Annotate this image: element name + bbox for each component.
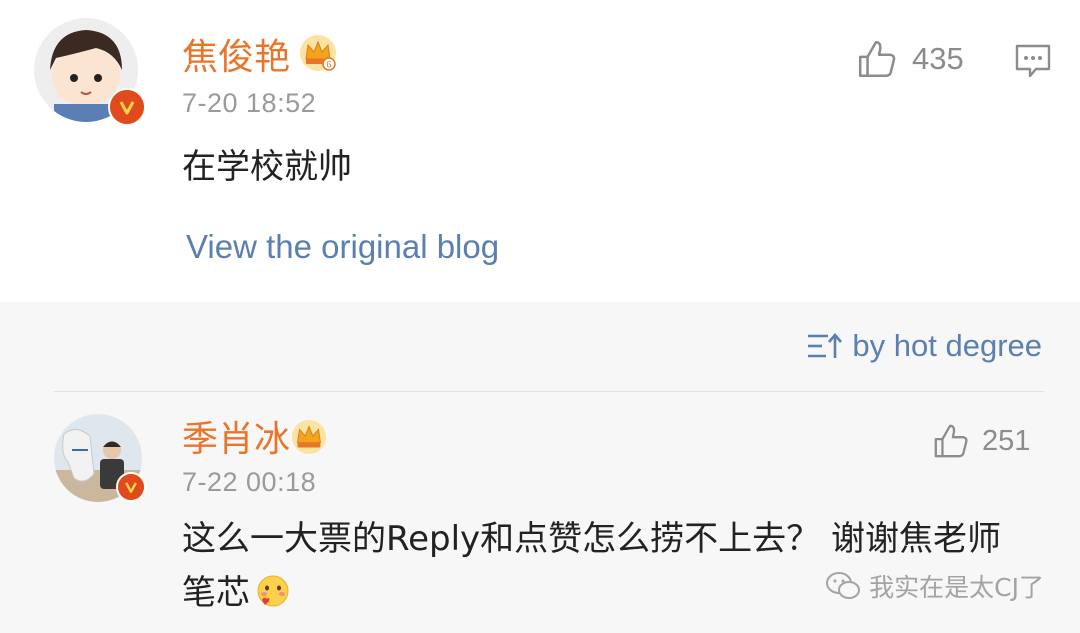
- crown-icon[interactable]: 6: [298, 33, 338, 73]
- reply-timestamp: 7-22 00:18: [182, 467, 317, 497]
- watermark-text: 我实在是太CJ了: [869, 573, 1044, 602]
- avatar[interactable]: [34, 18, 146, 126]
- comment-bubble-icon[interactable]: [1014, 42, 1052, 80]
- reply-like-count: 251: [982, 424, 1031, 457]
- reply-username[interactable]: 季肖冰: [182, 422, 290, 458]
- crown-icon[interactable]: [290, 418, 328, 456]
- reply-text-block: 这么一大票的Reply和点赞怎么捞不上去？ 谢谢焦老师 笔芯: [182, 512, 1042, 621]
- divider: [54, 391, 1044, 392]
- wechat-icon: [826, 572, 861, 599]
- username[interactable]: 焦俊艳: [182, 40, 290, 76]
- main-comment-card: 焦俊艳 6 7-20 18:52 在学校就帅 View the original…: [0, 0, 1080, 302]
- sort-icon: [808, 333, 843, 358]
- like-button[interactable]: 435: [856, 38, 964, 80]
- verified-badge: [108, 88, 146, 126]
- crown-level: 6: [326, 60, 331, 70]
- wechat-watermark: 我实在是太CJ了: [825, 568, 1044, 604]
- verified-v-icon: [119, 101, 135, 115]
- timestamp: 7-20 18:52: [182, 88, 317, 118]
- blush-heart-emoji-icon: [257, 575, 289, 607]
- reply-avatar[interactable]: [54, 414, 146, 502]
- thumbs-up-icon: [934, 424, 968, 458]
- reply-like-button[interactable]: 251: [932, 422, 1030, 460]
- sort-by-hot-degree-button[interactable]: by hot degree: [806, 328, 1042, 364]
- view-original-blog-link[interactable]: View the original blog: [186, 228, 499, 266]
- verified-v-icon: [125, 482, 137, 493]
- sort-label: by hot degree: [852, 328, 1042, 363]
- comment-text: 在学校就帅: [182, 147, 352, 187]
- thumbs-up-icon: [858, 40, 896, 78]
- verified-badge: [116, 472, 146, 502]
- like-count: 435: [912, 41, 964, 76]
